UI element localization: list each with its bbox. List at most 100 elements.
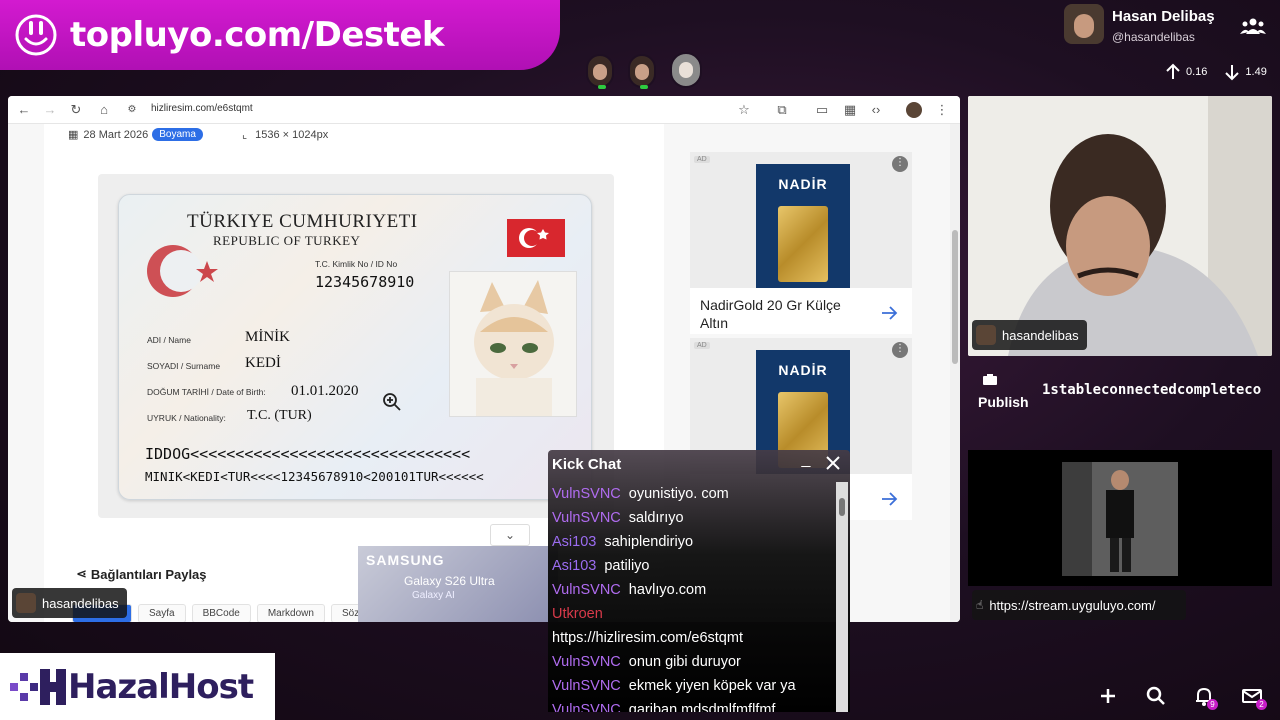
forward-icon[interactable]: → xyxy=(42,102,58,118)
people-icon[interactable] xyxy=(1240,16,1266,36)
ad-menu-icon[interactable]: ⋮ xyxy=(892,156,908,172)
chat-message: VulnSVNC havlıyo.com xyxy=(552,578,836,602)
viewer-avatar[interactable] xyxy=(628,54,656,89)
download-arrow-icon xyxy=(1225,65,1240,81)
ad-tag: AD xyxy=(694,156,710,163)
home-icon[interactable]: ⌂ xyxy=(96,102,112,118)
chat-text: ekmek yiyen köpek var ya xyxy=(628,678,796,694)
streamer-name-overlay: hasandelibas xyxy=(972,320,1087,350)
arrow-right-icon[interactable] xyxy=(880,304,898,322)
viewer-avatar[interactable] xyxy=(670,52,702,88)
profile-name: Hasan Delibaş xyxy=(1112,8,1215,25)
avatar xyxy=(1064,4,1104,44)
collapse-chevron-button[interactable]: ⌄ xyxy=(490,524,530,546)
search-icon[interactable] xyxy=(1144,684,1168,708)
streamer-name-overlay: hasandelibas xyxy=(12,588,127,618)
ad-title: NadirGold 20 Gr Külçe Altın xyxy=(700,297,841,331)
support-banner: topluyo.com/Destek xyxy=(0,0,560,70)
chat-username[interactable]: VulnSVNC xyxy=(552,510,621,526)
stream-link[interactable]: ☝ https://stream.uyguluyo.com/ xyxy=(972,590,1186,620)
viewer-avatar[interactable] xyxy=(586,54,614,89)
cat-photo xyxy=(449,271,577,417)
camera-icon xyxy=(983,374,997,385)
publish-panel: Publish 1stableconnectedcompleteco xyxy=(978,374,1280,414)
chat-username[interactable]: Utkroen xyxy=(552,606,603,622)
profile-avatar-icon[interactable] xyxy=(906,102,922,118)
arrow-right-icon[interactable] xyxy=(880,490,898,508)
browser-toolbar: ← → ↻ ⌂ ⚙ hizliresim.com/e6stqmt ☆ ⧉ ▭ ▦… xyxy=(8,96,960,124)
resize-icon: ⌞ xyxy=(242,129,248,141)
zoom-in-icon[interactable] xyxy=(382,392,402,412)
image-dimensions: ⌞ 1536 × 1024px xyxy=(242,129,329,141)
chat-message: Asi103 sahiplendiriyo xyxy=(552,530,836,554)
ad-menu-icon[interactable]: ⋮ xyxy=(892,342,908,358)
chat-message: VulnSVNC gariban mdsdmlfmflfmf xyxy=(552,698,836,712)
address-bar[interactable]: hizliresim.com/e6stqmt xyxy=(151,103,253,114)
nationality-value: T.C. (TUR) xyxy=(247,408,312,423)
reload-icon[interactable]: ↻ xyxy=(68,102,84,118)
publish-label[interactable]: Publish xyxy=(978,394,1029,410)
nationality-label: UYRUK / Nationality: xyxy=(147,413,226,423)
chat-message: VulnSVNC ekmek yiyen köpek var ya xyxy=(552,674,836,698)
name-label: ADI / Name xyxy=(147,335,191,345)
chat-username[interactable]: VulnSVNC xyxy=(552,678,621,694)
minimize-icon[interactable]: _ xyxy=(798,452,814,470)
grid-icon[interactable]: ▦ xyxy=(842,102,858,118)
chat-title: Kick Chat xyxy=(552,456,622,473)
calendar-icon: ▦ xyxy=(68,129,79,141)
plus-icon[interactable] xyxy=(1096,684,1120,708)
user-profile[interactable]: Hasan Delibaş @hasandelibas xyxy=(1062,2,1280,50)
dob-label: DOĞUM TARİHİ / Date of Birth: xyxy=(147,387,266,397)
chat-username[interactable]: VulnSVNC xyxy=(552,702,621,712)
image-meta: ▦ 28 Mart 2026 Boyama xyxy=(68,128,203,141)
menu-dots-icon[interactable]: ⋮ xyxy=(934,102,950,118)
chat-text: patiliyo xyxy=(604,558,650,574)
network-speed: 0.16 1.49 xyxy=(1164,62,1280,82)
share-tab[interactable]: Markdown xyxy=(256,604,325,622)
chat-message: VulnSVNC oyunistiyo. com xyxy=(552,482,836,506)
chat-username[interactable]: Asi103 xyxy=(552,558,596,574)
chat-message: Asi103 patiliyo xyxy=(552,554,836,578)
ad-image: NADİR xyxy=(690,152,912,288)
download-speed: 1.49 xyxy=(1245,66,1267,78)
devtools-icon[interactable]: ‹› xyxy=(868,102,884,118)
bookmark-star-icon[interactable]: ☆ xyxy=(736,102,752,118)
chat-text: sahiplendiriyo xyxy=(604,534,694,550)
hazalhost-logo: HazalHost xyxy=(0,653,275,720)
category-badge[interactable]: Boyama xyxy=(152,128,203,141)
site-info-icon[interactable]: ⚙ xyxy=(124,102,140,118)
chat-message: VulnSVNC saldırıyo xyxy=(552,506,836,530)
crescent-star-icon xyxy=(147,245,218,297)
id-card-image[interactable]: TÜRKIYE CUMHURIYETI REPUBLIC OF TURKEY T… xyxy=(118,194,592,500)
chat-text: onun gibi duruyor xyxy=(628,654,741,670)
samsung-ad[interactable]: SAMSUNG Galaxy S26 Ultra Galaxy AI xyxy=(358,546,558,622)
hazalhost-text: HazalHost xyxy=(68,666,254,707)
back-icon[interactable]: ← xyxy=(16,102,32,118)
chat-scrollbar[interactable] xyxy=(836,482,848,712)
extensions-icon[interactable]: ⧉ xyxy=(774,102,790,118)
page-scrollbar[interactable] xyxy=(950,124,960,622)
samsung-brand: SAMSUNG xyxy=(366,552,445,568)
share-icon: ⋖ xyxy=(76,566,87,581)
chat-message: VulnSVNC onun gibi duruyor xyxy=(552,650,836,674)
card-title: TÜRKIYE CUMHURIYETI xyxy=(187,211,418,232)
video-scene xyxy=(1062,462,1178,576)
samsung-model: Galaxy S26 Ultra xyxy=(404,574,495,588)
upload-speed: 0.16 xyxy=(1186,66,1208,78)
reading-mode-icon[interactable]: ▭ xyxy=(814,102,830,118)
chat-username[interactable]: VulnSVNC xyxy=(552,654,621,670)
chat-username[interactable]: VulnSVNC xyxy=(552,582,621,598)
share-tab[interactable]: BBCode xyxy=(191,604,251,622)
avatar xyxy=(16,593,36,613)
share-links-heading: ⋖ Bağlantıları Paylaş xyxy=(76,566,207,582)
chat-username[interactable]: VulnSVNC xyxy=(552,486,621,502)
hand-icon: ☝ xyxy=(976,598,984,612)
kick-chat-window: Kick Chat _ VulnSVNC oyunistiyo. com VulnS… xyxy=(548,450,850,712)
share-tab[interactable]: Sayfa xyxy=(138,604,186,622)
chat-text: saldırıyo xyxy=(628,510,684,526)
ad-card[interactable]: NADİR AD ⋮ NadirGold 20 Gr Külçe Altın xyxy=(690,152,912,334)
close-icon[interactable] xyxy=(824,454,842,472)
chat-username[interactable]: Asi103 xyxy=(552,534,596,550)
webcam-feed: hasandelibas xyxy=(968,96,1272,356)
surname-value: KEDİ xyxy=(245,355,281,371)
